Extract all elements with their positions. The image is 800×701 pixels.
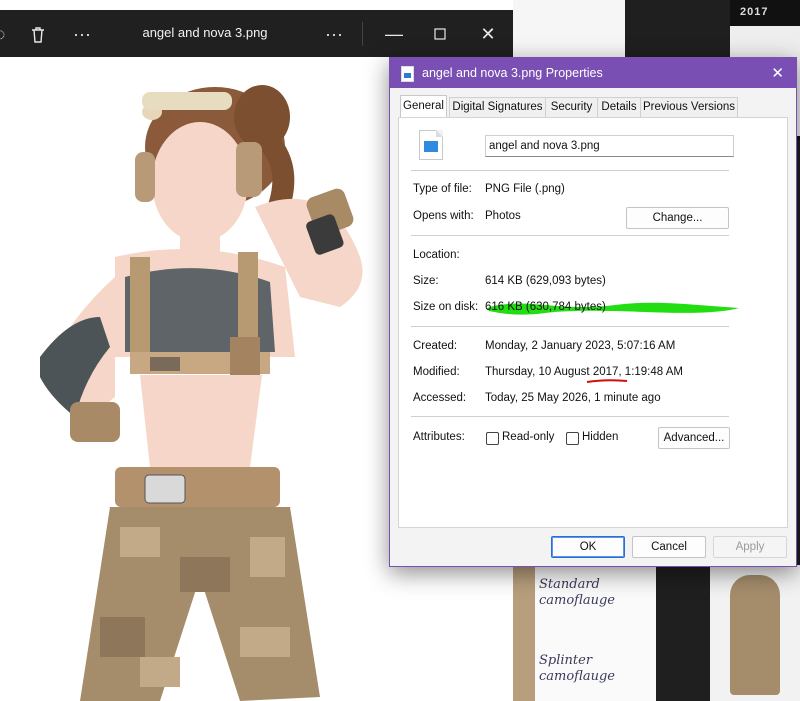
png-file-icon [419,130,443,160]
maximize-icon[interactable] [426,20,454,48]
size-on-disk-label: Size on disk: [413,301,479,313]
close-icon[interactable]: ✕ [474,20,502,48]
location-label: Location: [413,249,460,261]
ok-button[interactable]: OK [551,536,625,558]
advanced-button[interactable]: Advanced... [658,427,730,449]
tab-general[interactable]: General [400,95,447,117]
dialog-titlebar: angel and nova 3.png Properties ✕ [390,58,796,88]
accessed-value: Today, 25 May 2026, 1 minute ago [485,392,661,404]
hidden-label: Hidden [582,431,619,443]
viewer-title: angel and nova 3.png [142,25,268,40]
readonly-label: Read-only [502,431,555,443]
tab-digital-signatures[interactable]: Digital Signatures [449,97,546,117]
hidden-checkbox[interactable] [566,432,579,445]
tab-details[interactable]: Details [597,97,641,117]
camo-label-1-line1: Standard [539,577,600,592]
divider [411,170,729,171]
cancel-button[interactable]: Cancel [632,536,706,558]
properties-dialog: angel and nova 3.png Properties ✕ Genera… [389,57,797,567]
viewer-titlebar: ◌ ··· angel and nova 3.png ··· — ✕ [0,10,513,57]
file-name-input[interactable]: angel and nova 3.png [485,135,734,157]
camo-label-2-line1: Splinter [539,653,593,668]
delete-icon[interactable] [24,20,52,48]
size-on-disk-value: 616 KB (630,784 bytes) [485,301,606,313]
type-value: PNG File (.png) [485,183,565,195]
minimize-icon[interactable]: — [380,20,408,48]
tab-previous-versions[interactable]: Previous Versions [640,97,738,117]
more-options-icon[interactable]: ··· [68,20,96,48]
general-panel: angel and nova 3.png Type of file: PNG F… [398,117,788,528]
thumbnail-character [710,565,800,701]
attributes-label: Attributes: [413,431,465,443]
info-icon[interactable]: ◌ [0,20,14,48]
size-value: 614 KB (629,093 bytes) [485,275,606,287]
apply-button[interactable]: Apply [713,536,787,558]
change-button[interactable]: Change... [626,207,729,229]
size-label: Size: [413,275,439,287]
modified-label: Modified: [413,366,460,378]
divider [411,326,729,327]
readonly-checkbox[interactable] [486,432,499,445]
close-icon[interactable]: ✕ [771,64,784,82]
opens-with-value: Photos [485,210,521,222]
dialog-title: angel and nova 3.png Properties [422,66,603,80]
accessed-label: Accessed: [413,392,467,404]
created-value: Monday, 2 January 2023, 5:07:16 AM [485,340,676,352]
camo-label-2-line2: camoflauge [539,669,615,684]
modified-value: Thursday, 10 August 2017, 1:19:48 AM [485,366,683,378]
divider [411,416,729,417]
thumbnail-corner-text: 2017 [740,6,769,18]
tab-security[interactable]: Security [545,97,598,117]
opens-with-label: Opens with: [413,210,474,222]
type-label: Type of file: [413,183,472,195]
file-icon [401,66,414,82]
titlebar-divider [362,22,363,46]
red-underline-annotation [586,379,628,383]
divider [411,235,729,236]
more-options-icon[interactable]: ··· [320,20,348,48]
created-label: Created: [413,340,458,352]
camo-label-1-line2: camoflauge [539,593,615,608]
thumbnail-camo-notes: Standard camoflauge Splinter camoflauge [513,565,656,701]
